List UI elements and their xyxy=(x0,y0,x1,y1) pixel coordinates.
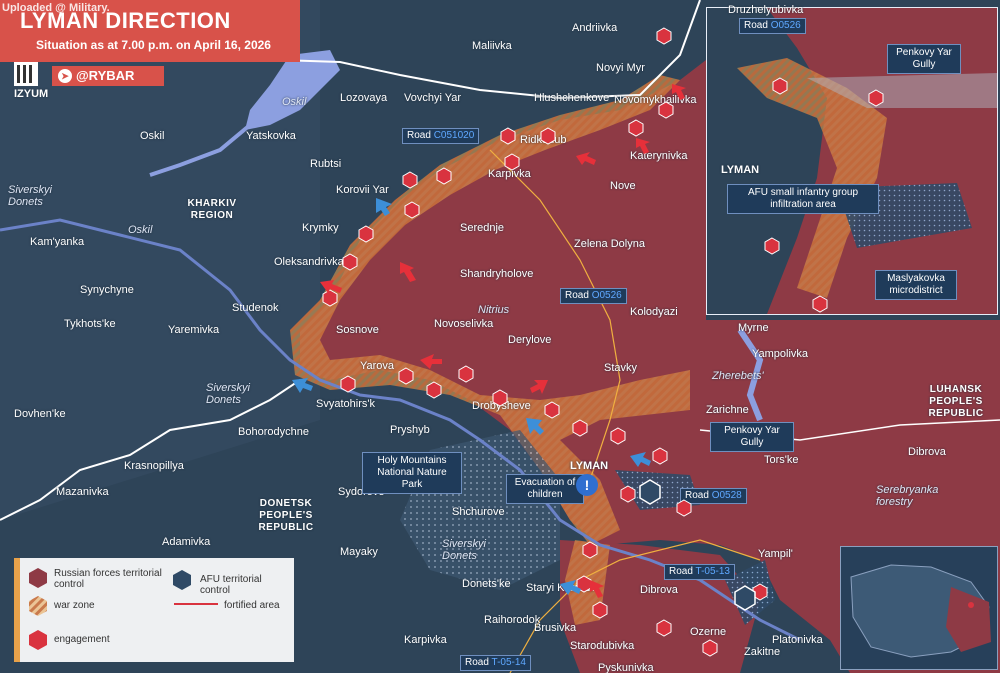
engagement-icon xyxy=(340,375,356,393)
engagement-icon xyxy=(620,485,636,503)
location-marker-icon xyxy=(968,602,974,608)
afu-attack-arrow xyxy=(376,198,392,216)
afu-control-swatch xyxy=(173,570,191,590)
war-zone-swatch xyxy=(29,596,47,616)
engagement-swatch xyxy=(29,630,47,650)
afu-attack-arrow xyxy=(526,418,544,435)
engagement-icon xyxy=(652,447,668,465)
engagement-icon xyxy=(610,427,626,445)
engagement-icon xyxy=(764,237,780,255)
afu-attack-arrow xyxy=(630,452,651,467)
engagement-icon xyxy=(772,77,788,95)
engagement-icon xyxy=(702,639,718,657)
afu-attack-arrow xyxy=(292,378,313,393)
legend-engagement-label: engagement xyxy=(54,634,110,645)
engagement-icon xyxy=(628,119,644,137)
legend-fortified-label: fortified area xyxy=(224,600,280,611)
engagement-icon xyxy=(572,419,588,437)
engagement-icon xyxy=(656,27,672,45)
engagement-icon xyxy=(540,127,556,145)
engagement-icon xyxy=(812,295,828,313)
engagement-icon xyxy=(458,365,474,383)
ru-attack-arrow xyxy=(636,138,650,154)
engagement-icon xyxy=(426,381,442,399)
ru-attack-arrow xyxy=(420,354,442,369)
ru-attack-arrow xyxy=(590,580,604,598)
engagement-icon xyxy=(544,401,560,419)
engagement-icon xyxy=(656,619,672,637)
legend-warzone-label: war zone xyxy=(54,600,95,611)
engagement-icon xyxy=(404,201,420,219)
engagement-icon xyxy=(402,171,418,189)
ru-attack-arrow xyxy=(672,84,686,100)
engagement-icon xyxy=(398,367,414,385)
ru-attack-arrow xyxy=(530,380,548,394)
map-legend: Russian forces territorial control AFU t… xyxy=(14,558,294,662)
engagement-icon xyxy=(868,89,884,107)
afu-unit-icon xyxy=(734,585,756,611)
engagement-icon xyxy=(582,541,598,559)
engagement-icon xyxy=(436,167,452,185)
engagement-icon xyxy=(322,289,338,307)
legend-russian-label: Russian forces territorial control xyxy=(54,568,162,590)
afu-unit-icon xyxy=(639,479,661,505)
ru-attack-arrow xyxy=(576,152,596,165)
engagement-icon xyxy=(504,153,520,171)
engagement-icon xyxy=(500,127,516,145)
engagement-icon xyxy=(676,499,692,517)
russian-control-swatch xyxy=(29,568,47,588)
engagement-icon xyxy=(342,253,358,271)
engagement-icon xyxy=(492,389,508,407)
engagement-icon xyxy=(592,601,608,619)
engagement-icon xyxy=(358,225,374,243)
legend-afu-label: AFU territorial control xyxy=(200,574,262,596)
lyman-direction-map: Road O0526 Penkovy Yar Gully LYMAN AFU s… xyxy=(0,0,1000,673)
overview-minimap xyxy=(840,546,998,670)
engagement-icon xyxy=(658,101,674,119)
ru-attack-arrow xyxy=(400,262,416,282)
